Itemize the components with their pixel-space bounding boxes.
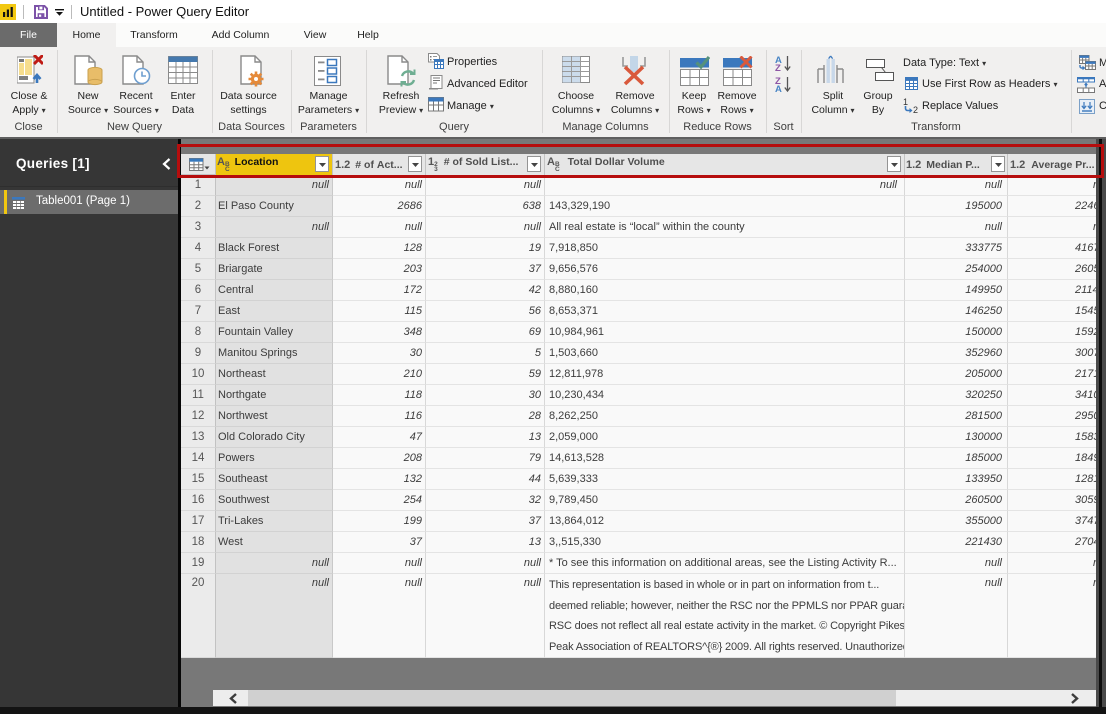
svg-text:Z: Z: [775, 63, 781, 72]
svg-text:1: 1: [903, 97, 908, 107]
svg-text:2: 2: [913, 105, 918, 114]
svg-text:A: A: [775, 84, 782, 93]
